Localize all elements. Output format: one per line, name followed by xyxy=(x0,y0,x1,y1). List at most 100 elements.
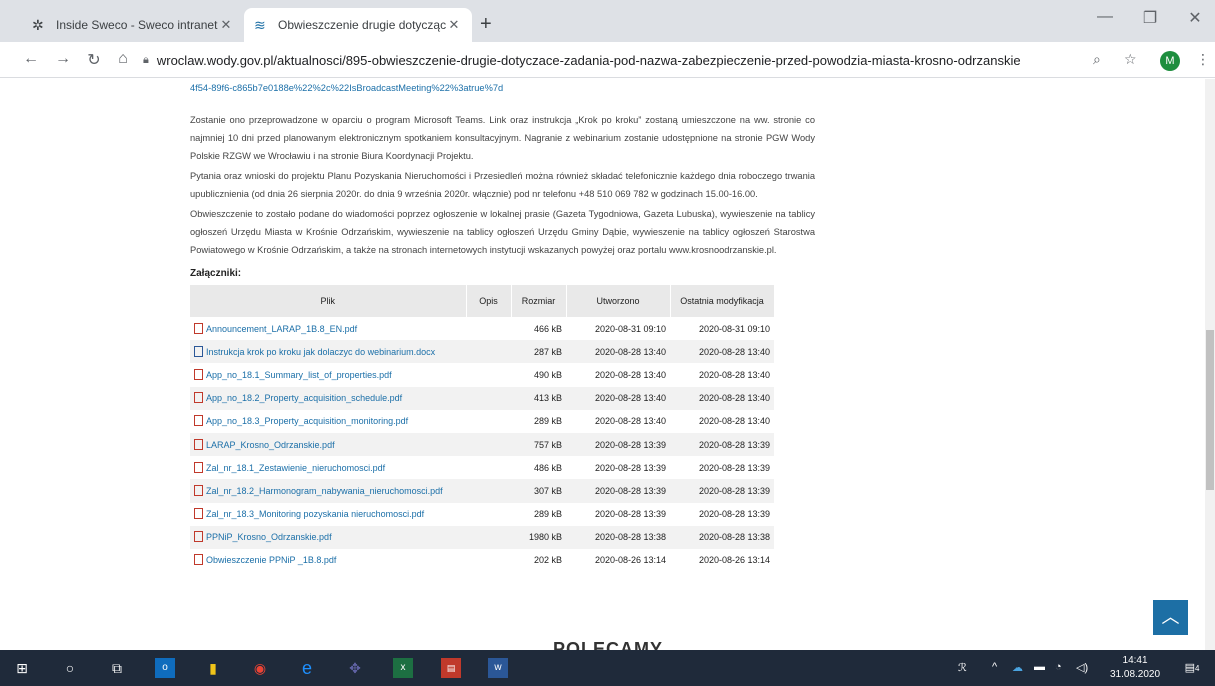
file-cell[interactable]: Instrukcja krok po kroku jak dolaczyc do… xyxy=(190,340,466,364)
modified-cell: 2020-08-28 13:40 xyxy=(670,386,774,410)
close-tab-icon[interactable]: ✕ xyxy=(446,17,462,33)
close-tab-icon[interactable]: ✕ xyxy=(218,17,234,33)
modified-cell: 2020-08-28 13:39 xyxy=(670,479,774,503)
tab-title: Inside Sweco - Sweco intranet xyxy=(56,18,218,32)
chrome-icon[interactable]: ◉ xyxy=(250,658,270,678)
file-cell[interactable]: Zal_nr_18.3_Monitoring pozyskania nieruc… xyxy=(190,503,466,526)
pdf-file-icon xyxy=(194,484,203,496)
modified-cell: 2020-08-28 13:40 xyxy=(698,369,770,380)
file-link[interactable]: Zal_nr_18.2_Harmonogram_nabywania_nieruc… xyxy=(206,486,443,496)
file-cell[interactable]: Zal_nr_18.1_Zestawienie_nieruchomosci.pd… xyxy=(190,456,466,479)
file-link[interactable]: App_no_18.1_Summary_list_of_properties.p… xyxy=(206,370,392,380)
file-link[interactable]: App_no_18.3_Property_acquisition_monitor… xyxy=(206,416,408,426)
battery-icon[interactable]: ▬ xyxy=(1034,661,1045,673)
description-cell xyxy=(466,432,511,457)
table-row: App_no_18.3_Property_acquisition_monitor… xyxy=(190,410,774,433)
clock-time: 14:41 xyxy=(1122,655,1148,666)
search-icon[interactable]: ○ xyxy=(60,658,80,678)
table-row: Zal_nr_18.3_Monitoring pozyskania nieruc… xyxy=(190,503,774,526)
onedrive-icon[interactable]: ☁ xyxy=(1012,661,1023,674)
word-icon[interactable]: w xyxy=(488,658,508,678)
created-cell: 2020-08-31 09:10 xyxy=(594,323,666,334)
chevron-up-icon: ︿ xyxy=(1161,607,1180,627)
menu-dots-icon[interactable]: ⋮ xyxy=(1196,51,1210,68)
outlook-icon[interactable]: o xyxy=(155,658,175,678)
task-view-icon[interactable]: ⧉ xyxy=(107,658,127,678)
size-cell: 490 kB xyxy=(533,369,562,380)
close-window-icon[interactable]: ✕ xyxy=(1180,8,1210,28)
column-header-opis: Opis xyxy=(466,285,512,317)
description-cell xyxy=(466,363,511,386)
file-link[interactable]: Announcement_LARAP_1B.8_EN.pdf xyxy=(206,324,357,334)
home-icon[interactable]: ⌂ xyxy=(112,50,134,68)
forward-icon[interactable]: → xyxy=(52,50,74,68)
internet-explorer-icon[interactable]: e xyxy=(297,658,317,678)
back-icon[interactable]: ← xyxy=(20,50,42,68)
file-link[interactable]: Zal_nr_18.1_Zestawienie_nieruchomosci.pd… xyxy=(206,463,385,473)
notification-count: 4 xyxy=(1194,664,1200,673)
section-heading-polecamy: POLECAMY xyxy=(553,639,664,650)
table-row: Zal_nr_18.2_Harmonogram_nabywania_nieruc… xyxy=(190,479,774,503)
restore-icon[interactable]: ❐ xyxy=(1135,8,1165,28)
description-cell xyxy=(466,503,511,526)
lock-icon[interactable]: 🔒︎ xyxy=(143,54,149,67)
browser-tab-bar: ✲ Inside Sweco - Sweco intranet ✕ ≋ Obwi… xyxy=(0,0,1215,42)
wifi-icon[interactable]: ◔ xyxy=(1055,661,1062,673)
link-tail[interactable]: 4f54-89f6-c865b7e0188e%22%2c%22IsBroadca… xyxy=(190,79,815,97)
file-link[interactable]: PPNiP_Krosno_Odrzanskie.pdf xyxy=(206,532,332,542)
file-link[interactable]: App_no_18.2_Property_acquisition_schedul… xyxy=(206,393,402,403)
bookmark-star-icon[interactable]: ☆ xyxy=(1124,51,1137,68)
windows-start-icon[interactable]: ⊞ xyxy=(12,658,32,678)
pdf-file-icon xyxy=(194,461,203,473)
modified-cell: 2020-08-28 13:39 xyxy=(698,462,770,473)
file-cell[interactable]: Zal_nr_18.2_Harmonogram_nabywania_nieruc… xyxy=(190,479,466,503)
size-cell: 757 kB xyxy=(511,432,566,457)
people-icon[interactable]: ℛ xyxy=(958,661,967,674)
system-clock[interactable]: 14:41 31.08.2020 xyxy=(1110,654,1160,682)
scrollbar-thumb[interactable] xyxy=(1206,330,1214,490)
wody-polskie-favicon-icon: ≋ xyxy=(254,16,266,33)
pdf-file-icon xyxy=(194,554,203,566)
modified-cell: 2020-08-28 13:40 xyxy=(670,340,774,364)
profile-avatar[interactable]: M xyxy=(1160,51,1180,71)
file-link[interactable]: Zal_nr_18.3_Monitoring pozyskania nieruc… xyxy=(206,509,424,519)
file-cell[interactable]: PPNiP_Krosno_Odrzanskie.pdf xyxy=(190,525,466,549)
created-cell: 2020-08-28 13:40 xyxy=(594,369,666,380)
url-bar[interactable]: 🔒︎ wroclaw.wody.gov.pl/aktualnosci/895-o… xyxy=(143,47,1073,74)
table-row: LARAP_Krosno_Odrzanskie.pdf 757 kB 2020-08… xyxy=(190,432,774,457)
modified-cell: 2020-08-28 13:40 xyxy=(698,416,770,427)
pdf-file-icon xyxy=(194,531,203,543)
file-link[interactable]: Instrukcja krok po kroku jak dolaczyc do… xyxy=(206,347,435,357)
tab-inside-sweco[interactable]: ✲ Inside Sweco - Sweco intranet ✕ xyxy=(22,8,244,42)
new-tab-icon[interactable]: + xyxy=(480,13,492,36)
file-cell[interactable]: App_no_18.2_Property_acquisition_schedul… xyxy=(190,386,466,410)
minimize-icon[interactable]: — xyxy=(1090,8,1120,26)
excel-icon[interactable]: x xyxy=(393,658,413,678)
tab-obwieszczenie[interactable]: ≋ Obwieszczenie drugie dotyczące ✕ xyxy=(244,8,472,42)
zoom-icon[interactable]: ⌕ xyxy=(1093,51,1101,68)
file-link[interactable]: LARAP_Krosno_Odrzanskie.pdf xyxy=(206,440,335,450)
notifications-icon[interactable]: ▤4 xyxy=(1182,658,1202,678)
file-cell[interactable]: LARAP_Krosno_Odrzanskie.pdf xyxy=(190,432,466,457)
modified-cell: 2020-08-31 09:10 xyxy=(698,323,770,334)
volume-icon[interactable]: ◁) xyxy=(1076,661,1088,674)
reload-icon[interactable]: ↻ xyxy=(83,50,105,70)
table-row: Announcement_LARAP_1B.8_EN.pdf 466 kB 2020… xyxy=(190,317,774,340)
scroll-to-top-button[interactable]: ︿ xyxy=(1153,600,1188,635)
sweco-favicon-icon: ✲ xyxy=(32,16,44,33)
pdf-reader-icon[interactable]: ▤ xyxy=(441,658,461,678)
description-cell xyxy=(466,525,511,549)
size-cell: 307 kB xyxy=(511,479,566,503)
column-header-utworzono: Utworzono xyxy=(566,285,671,317)
file-explorer-icon[interactable]: ▮ xyxy=(203,658,223,678)
file-cell[interactable]: Announcement_LARAP_1B.8_EN.pdf xyxy=(190,317,466,340)
file-link[interactable]: Obwieszczenie PPNiP _1B.8.pdf xyxy=(206,555,336,565)
file-cell[interactable]: App_no_18.1_Summary_list_of_properties.p… xyxy=(190,363,466,386)
file-cell[interactable]: Obwieszczenie PPNiP _1B.8.pdf xyxy=(190,549,466,572)
created-cell: 2020-08-28 13:39 xyxy=(594,509,666,520)
size-cell: 413 kB xyxy=(511,386,566,410)
show-hidden-icons-chevron-icon[interactable]: ^ xyxy=(992,661,997,673)
file-cell[interactable]: App_no_18.3_Property_acquisition_monitor… xyxy=(190,410,466,433)
teams-icon[interactable]: ✥ xyxy=(345,658,365,678)
table-row: PPNiP_Krosno_Odrzanskie.pdf 1980 kB 2020-0… xyxy=(190,525,774,549)
